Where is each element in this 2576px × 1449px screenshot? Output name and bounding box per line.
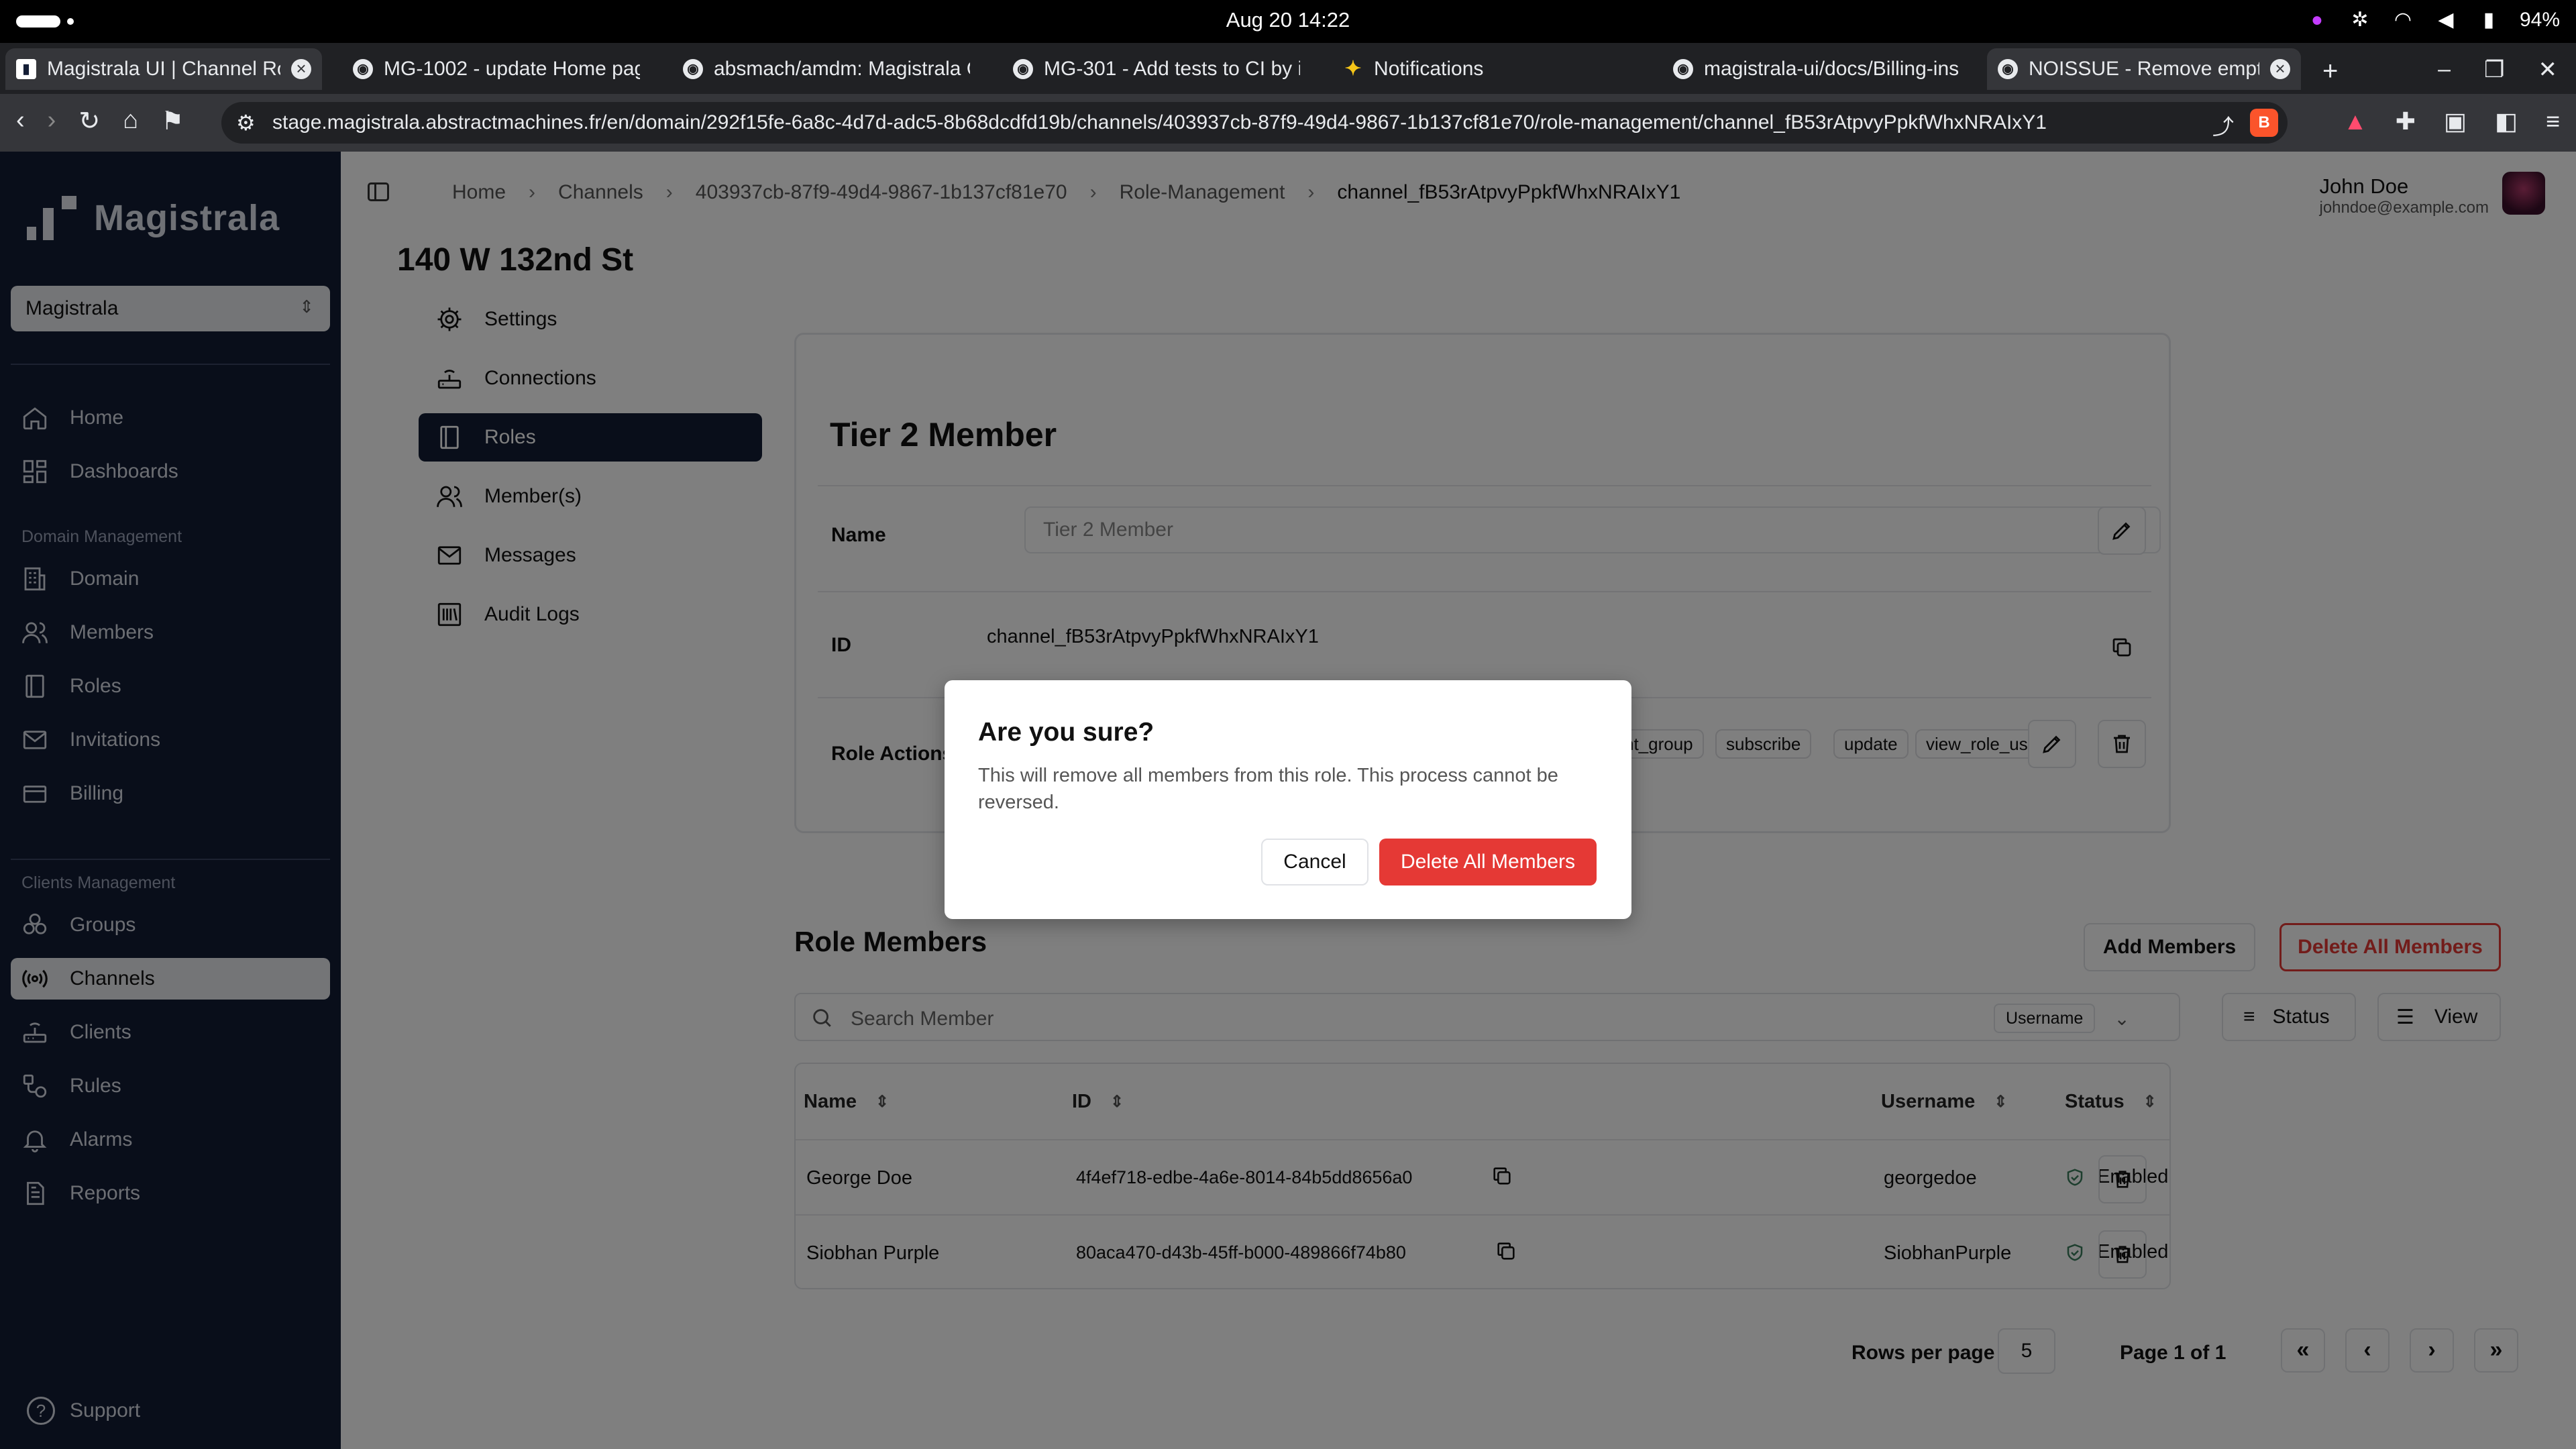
back-icon[interactable]: ‹ — [16, 106, 25, 136]
site-settings-icon[interactable]: ⚙ — [236, 110, 256, 136]
browser-toolbar: ‹ › ↻ ⌂ ⚑ ⚙ stage.magistrala.abstractmac… — [0, 94, 2576, 152]
extensions-icon[interactable]: ✚ — [2396, 107, 2416, 136]
github-favicon-icon: ◉ — [1998, 59, 2018, 79]
browser-tab[interactable]: ▮ Magistrala UI | Channel Ro × — [5, 48, 322, 90]
sidebar-toggle-icon[interactable]: ◧ — [2495, 107, 2518, 136]
browser-tab[interactable]: ◉ magistrala-ui/docs/Billing-ins — [1662, 48, 1971, 90]
system-tray: ● ✲ ◠ ◀ ▮ 94% — [2305, 8, 2560, 32]
wifi-icon[interactable]: ◠ — [2391, 8, 2415, 32]
bookmark-icon[interactable]: ⚑ — [161, 106, 184, 136]
cancel-button[interactable]: Cancel — [1261, 839, 1368, 885]
forward-icon[interactable]: › — [48, 106, 56, 136]
url-text: stage.magistrala.abstractmachines.fr/en/… — [272, 111, 2047, 133]
confirm-dialog: Are you sure? This will remove all membe… — [945, 680, 1631, 919]
tab-title: absmach/amdm: Magistrala C — [714, 58, 970, 80]
brave-shields-icon[interactable]: B — [2250, 109, 2278, 137]
menu-icon[interactable]: ≡ — [2546, 107, 2560, 136]
browser-tab[interactable]: ✦ Notifications — [1332, 48, 1641, 90]
browser-tab[interactable]: ◉ MG-301 - Add tests to CI by ia — [1002, 48, 1311, 90]
github-favicon-icon: ◉ — [353, 59, 373, 79]
nav-buttons: ‹ › ↻ ⌂ ⚑ — [16, 106, 184, 136]
volume-icon[interactable]: ◀ — [2434, 8, 2458, 32]
browser-tab[interactable]: ◉ absmach/amdm: Magistrala C — [672, 48, 981, 90]
browser-tab-current[interactable]: ◉ NOISSUE - Remove empty × — [1987, 48, 2301, 90]
notification-sparkle-icon: ✦ — [1344, 58, 1362, 80]
extensions-bar: ▲ ✚ ▣ ◧ ≡ — [2343, 107, 2560, 136]
tab-title: MG-1002 - update Home pag — [384, 58, 640, 80]
slack-icon[interactable]: ✲ — [2348, 8, 2372, 32]
battery-icon[interactable]: ▮ — [2477, 8, 2501, 32]
home-icon[interactable]: ⌂ — [123, 106, 138, 136]
window-controls: – ❐ ✕ — [2438, 56, 2557, 83]
magistrala-favicon-icon: ▮ — [16, 59, 36, 79]
battery-percent: 94% — [2519, 9, 2560, 31]
close-window-icon[interactable]: ✕ — [2538, 56, 2558, 83]
address-bar[interactable]: ⚙ stage.magistrala.abstractmachines.fr/e… — [221, 102, 2288, 144]
minimize-icon[interactable]: – — [2438, 56, 2451, 83]
tab-title: Magistrala UI | Channel Ro — [47, 58, 280, 80]
github-favicon-icon: ◉ — [1673, 59, 1693, 79]
share-icon[interactable]: ⤴ — [2212, 110, 2234, 141]
os-top-bar: Aug 20 14:22 ● ✲ ◠ ◀ ▮ 94% — [0, 0, 2576, 43]
tab-title: NOISSUE - Remove empty — [2029, 58, 2259, 80]
browser-tab[interactable]: ◉ MG-1002 - update Home pag — [342, 48, 651, 90]
app-indicator-icon[interactable]: ● — [2305, 8, 2329, 32]
dialog-title: Are you sure? — [978, 718, 1155, 747]
clock[interactable]: Aug 20 14:22 — [0, 8, 2576, 32]
browser-tab-strip: ▮ Magistrala UI | Channel Ro × ◉ MG-1002… — [0, 43, 2576, 94]
brave-rewards-icon[interactable]: ▲ — [2343, 107, 2367, 136]
github-favicon-icon: ◉ — [683, 59, 703, 79]
github-favicon-icon: ◉ — [1013, 59, 1033, 79]
tab-title: MG-301 - Add tests to CI by ia — [1044, 58, 1300, 80]
close-tab-icon[interactable]: × — [291, 59, 311, 79]
maximize-icon[interactable]: ❐ — [2484, 56, 2504, 83]
close-tab-icon[interactable]: × — [2270, 59, 2290, 79]
dialog-description: This will remove all members from this r… — [978, 765, 1558, 813]
new-tab-icon[interactable]: + — [2322, 56, 2338, 87]
confirm-delete-all-button[interactable]: Delete All Members — [1379, 839, 1597, 885]
tab-title: Notifications — [1374, 58, 1484, 80]
screenshot-icon[interactable]: ▣ — [2444, 107, 2467, 136]
tab-title: magistrala-ui/docs/Billing-ins — [1704, 58, 1960, 80]
reload-icon[interactable]: ↻ — [78, 106, 100, 136]
